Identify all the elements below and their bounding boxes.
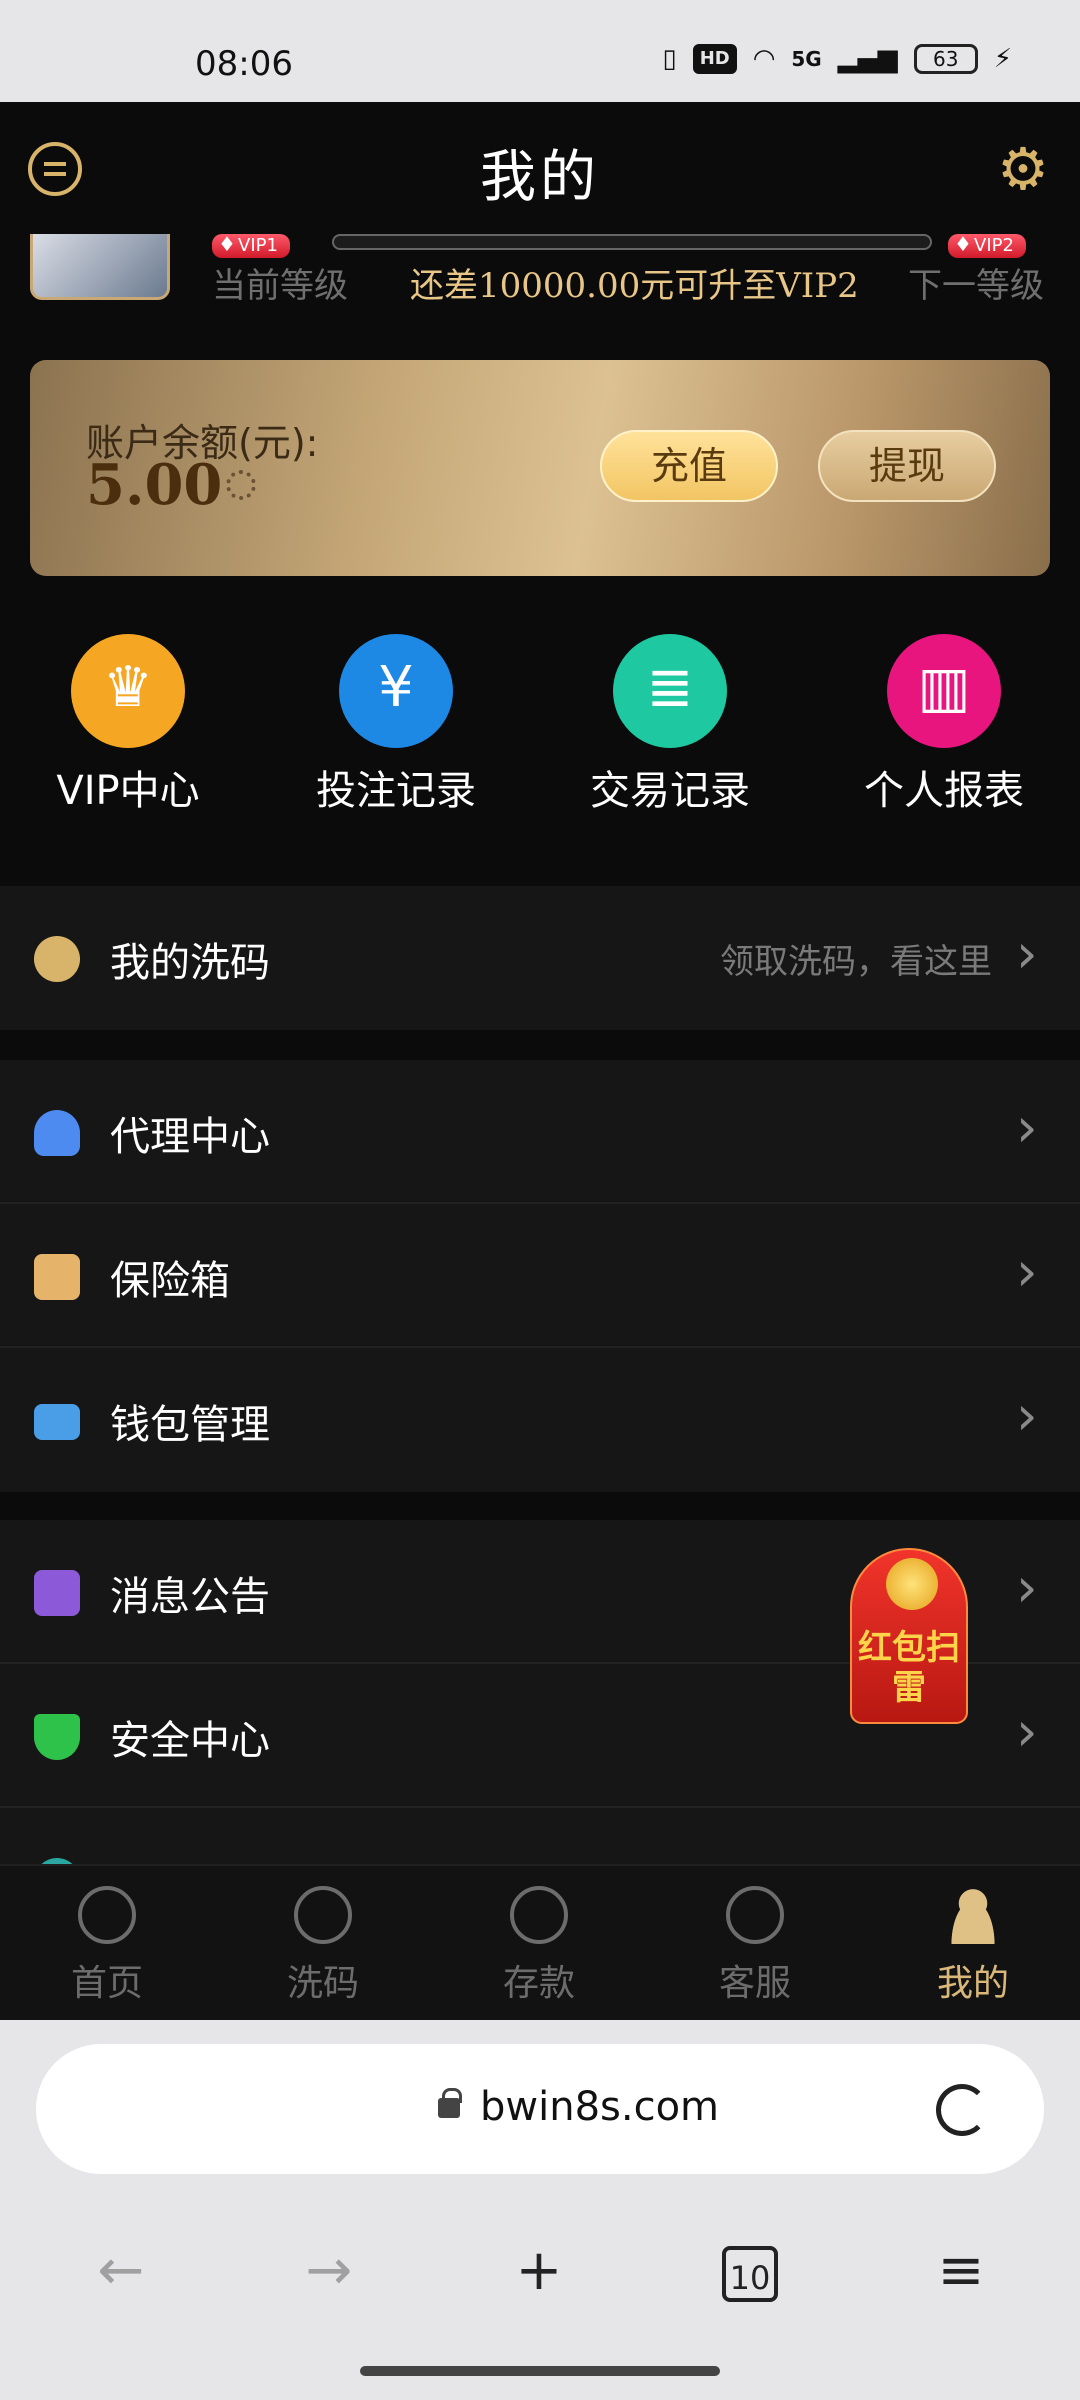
nav-home[interactable]: 首页 (32, 1886, 182, 2006)
current-level-label: 当前等级 (212, 266, 348, 306)
menu-item-partial[interactable] (0, 1808, 1080, 1864)
quick-bet-records[interactable]: ¥ 投注记录 (296, 634, 496, 816)
charging-icon: ⚡ (993, 44, 1012, 74)
quick-vip-center[interactable]: ♛ VIP中心 (28, 634, 228, 816)
next-vip-badge: VIP2 (948, 232, 1026, 258)
deposit-icon (510, 1886, 568, 1944)
chevron-right-icon: › (1016, 1096, 1038, 1159)
chevron-right-icon: › (1016, 1700, 1038, 1763)
menu-icon[interactable]: ≡ (926, 2236, 996, 2306)
recharge-button[interactable]: 充值 (600, 430, 778, 502)
notice-icon (34, 1570, 80, 1616)
home-indicator (360, 2366, 720, 2376)
browser-chrome: bwin8s.com (0, 2020, 1080, 2400)
nav-label: 存款 (502, 1963, 575, 2004)
wifi-icon: ◠ (752, 44, 776, 74)
wash-section: 我的洗码 领取洗码，看这里 › (0, 886, 1080, 1030)
signal-icon: ▂▄▆ (837, 44, 898, 74)
menu-label: 钱包管理 (110, 1402, 270, 1448)
menu-hint: 领取洗码，看这里 (720, 942, 992, 982)
menu-item-wash[interactable]: 我的洗码 领取洗码，看这里 › (0, 886, 1080, 1030)
forward-arrow-icon[interactable]: → (294, 2236, 364, 2306)
card-icon (34, 1404, 80, 1440)
menu-item-safe[interactable]: 保险箱 › (0, 1204, 1080, 1348)
receipt-icon: ≣ (613, 634, 727, 748)
page-title: 我的 (480, 145, 600, 210)
quick-label: 个人报表 (864, 768, 1024, 814)
vibrate-icon: ▯ (662, 44, 677, 74)
nav-deposit[interactable]: 存款 (464, 1886, 614, 2006)
current-vip-badge: VIP1 (212, 232, 290, 258)
quick-entries: ♛ VIP中心 ¥ 投注记录 ≣ 交易记录 ▥ 个人报表 (0, 620, 1080, 820)
url-text: bwin8s.com (480, 2084, 720, 2130)
dollar-coin-icon (34, 936, 80, 982)
profile-icon (944, 1886, 1002, 1944)
support-icon (726, 1886, 784, 1944)
home-icon (78, 1886, 136, 1944)
menu-item-agent[interactable]: 代理中心 › (0, 1060, 1080, 1204)
chevron-right-icon: › (1016, 922, 1038, 985)
balance-card: 账户余额(元): 5.00 充值 提现 (30, 360, 1050, 576)
status-bar: 08:06 ▯ HD ◠ 5G ▂▄▆ 63 ⚡ (0, 0, 1080, 102)
nav-label: 首页 (70, 1963, 143, 2004)
red-packet-label: 红包扫雷 (858, 1628, 960, 1708)
quick-label: 投注记录 (316, 768, 476, 814)
menu-label: 我的洗码 (110, 940, 270, 986)
network-label: 5G (791, 47, 822, 71)
menu-label: 保险箱 (110, 1258, 230, 1304)
vip-progress-strip: VIP1 VIP2 当前等级 还差10000.00元可升至VIP2 下一等级 (0, 232, 1080, 314)
status-icons: ▯ HD ◠ 5G ▂▄▆ 63 ⚡ (662, 44, 1012, 74)
wash-icon (294, 1886, 352, 1944)
withdraw-button[interactable]: 提现 (818, 430, 996, 502)
vip-progress-bar (332, 234, 932, 250)
gear-icon[interactable]: ⚙ (994, 140, 1052, 198)
quick-transaction-records[interactable]: ≣ 交易记录 (570, 634, 770, 816)
reload-icon[interactable] (936, 2084, 988, 2136)
tabs-icon[interactable]: 10 (722, 2246, 778, 2302)
balance-amount: 5.00 (86, 452, 223, 518)
upgrade-text: 还差10000.00元可升至VIP2 (410, 266, 859, 306)
menu-label: 代理中心 (110, 1114, 270, 1160)
nav-wash[interactable]: 洗码 (248, 1886, 398, 2006)
users-icon (34, 1110, 80, 1156)
chevron-right-icon: › (1016, 1240, 1038, 1303)
nav-label: 客服 (718, 1963, 791, 2004)
coin-icon (886, 1558, 938, 1610)
status-time: 08:06 (195, 44, 293, 84)
nav-label: 洗码 (286, 1963, 359, 2004)
chevron-right-icon: › (1016, 1556, 1038, 1619)
bottom-nav: 首页 洗码 存款 客服 我的 (0, 1864, 1080, 2020)
refresh-icon[interactable] (226, 470, 256, 500)
chart-icon: ▥ (887, 634, 1001, 748)
nav-profile[interactable]: 我的 (898, 1886, 1048, 2006)
hd-icon: HD (692, 44, 737, 74)
page-header: 我的 ⚙ (0, 102, 1080, 234)
avatar[interactable] (30, 234, 170, 300)
quick-label: 交易记录 (590, 768, 750, 814)
shield-icon (34, 1714, 80, 1760)
account-section: 代理中心 › 保险箱 › 钱包管理 › (0, 1060, 1080, 1492)
nav-support[interactable]: 客服 (680, 1886, 830, 2006)
quick-personal-report[interactable]: ▥ 个人报表 (844, 634, 1044, 816)
new-tab-icon[interactable]: + (504, 2236, 574, 2306)
address-bar[interactable]: bwin8s.com (36, 2044, 1044, 2174)
coins-icon: ¥ (339, 634, 453, 748)
nav-label: 我的 (936, 1963, 1009, 2004)
quick-label: VIP中心 (56, 768, 200, 814)
battery-icon: 63 (913, 44, 978, 74)
menu-item-wallet[interactable]: 钱包管理 › (0, 1348, 1080, 1492)
next-level-label: 下一等级 (908, 266, 1044, 306)
safe-icon (34, 1254, 80, 1300)
red-packet-button[interactable]: 红包扫雷 (850, 1548, 968, 1724)
lock-icon (438, 2088, 462, 2118)
chevron-right-icon: › (1016, 1384, 1038, 1447)
crown-icon: ♛ (71, 634, 185, 748)
menu-label: 安全中心 (110, 1718, 270, 1764)
back-arrow-icon[interactable]: ← (86, 2236, 156, 2306)
menu-label: 消息公告 (110, 1574, 270, 1620)
